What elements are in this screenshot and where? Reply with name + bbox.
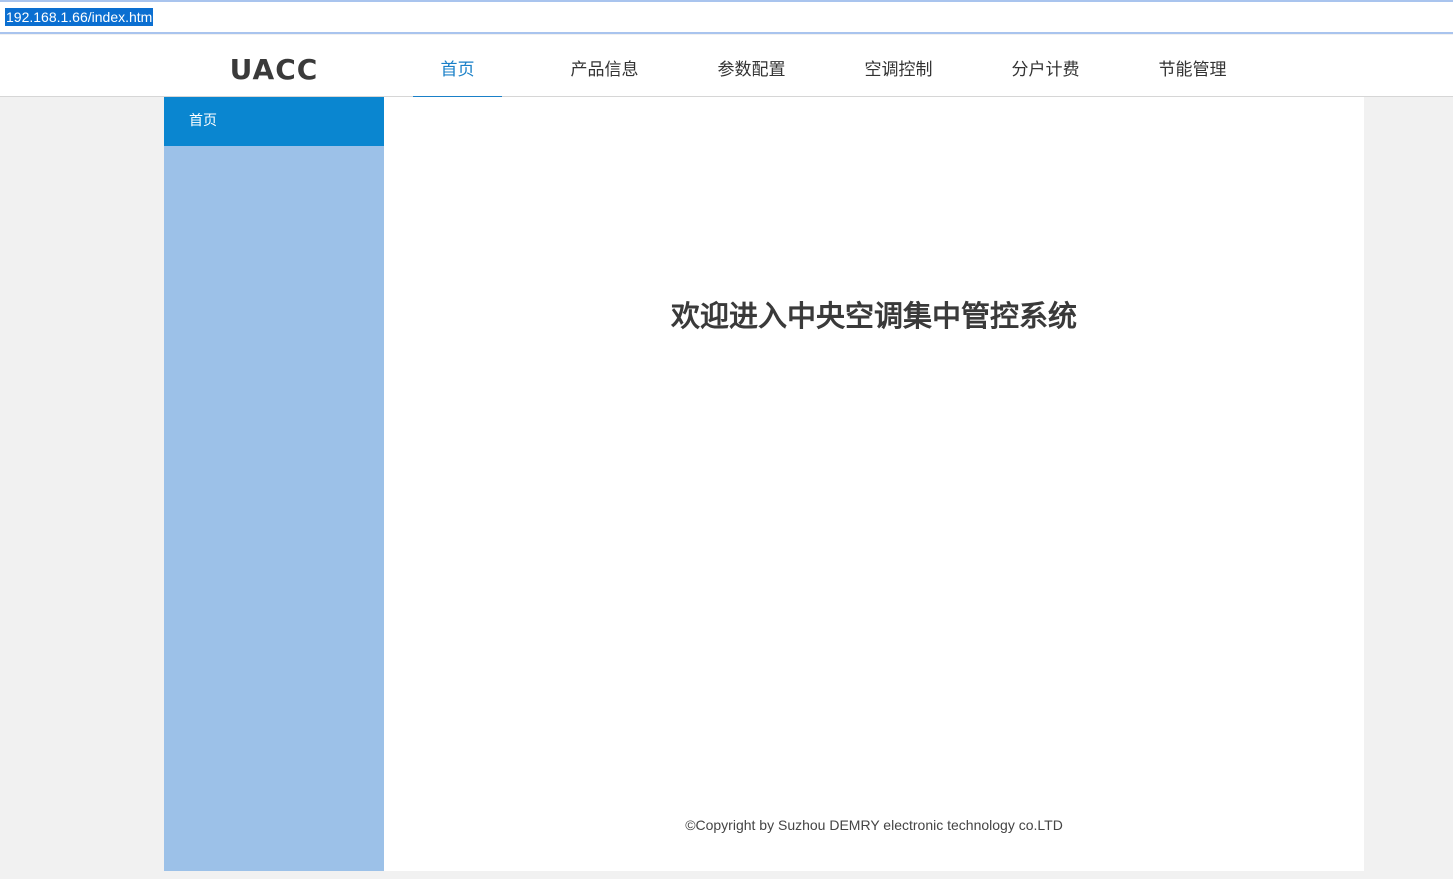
nav-item-label: 参数配置 [717, 60, 786, 80]
nav-item-energy-management[interactable]: 节能管理 [1148, 35, 1295, 97]
nav-item-ac-control[interactable]: 空调控制 [854, 35, 1001, 97]
nav-item-label: 空调控制 [864, 60, 933, 80]
sidebar: 首页 [164, 97, 384, 871]
logo: UACC [229, 53, 319, 86]
address-bar-url[interactable]: 192.168.1.66/index.htm [5, 8, 154, 26]
main-content: 欢迎进入中央空调集中管控系统 ©Copyright by Suzhou DEMR… [384, 97, 1364, 871]
nav-item-product-info[interactable]: 产品信息 [560, 35, 707, 97]
nav-item-home[interactable]: 首页 [413, 35, 560, 99]
copyright-text: ©Copyright by Suzhou DEMRY electronic te… [685, 817, 1063, 833]
nav-item-parameter-config[interactable]: 参数配置 [707, 35, 854, 97]
address-bar[interactable]: 192.168.1.66/index.htm [0, 0, 1453, 34]
top-navigation-bar: UACC 首页 产品信息 参数配置 空调控制 分户计费 节能管理 [0, 35, 1453, 99]
nav-item-label: 产品信息 [570, 60, 639, 80]
nav-item-label: 分户计费 [1011, 60, 1080, 80]
welcome-heading: 欢迎进入中央空调集中管控系统 [384, 293, 1364, 335]
nav-item-label: 首页 [440, 60, 475, 80]
copyright-footer: ©Copyright by Suzhou DEMRY electronic te… [384, 817, 1364, 833]
nav-item-billing[interactable]: 分户计费 [1001, 35, 1148, 97]
welcome-text: 欢迎进入中央空调集中管控系统 [670, 299, 1077, 333]
sidebar-item-home[interactable]: 首页 [164, 97, 384, 146]
nav-item-label: 节能管理 [1158, 60, 1227, 80]
main-nav: 首页 产品信息 参数配置 空调控制 分户计费 节能管理 [413, 35, 1295, 99]
